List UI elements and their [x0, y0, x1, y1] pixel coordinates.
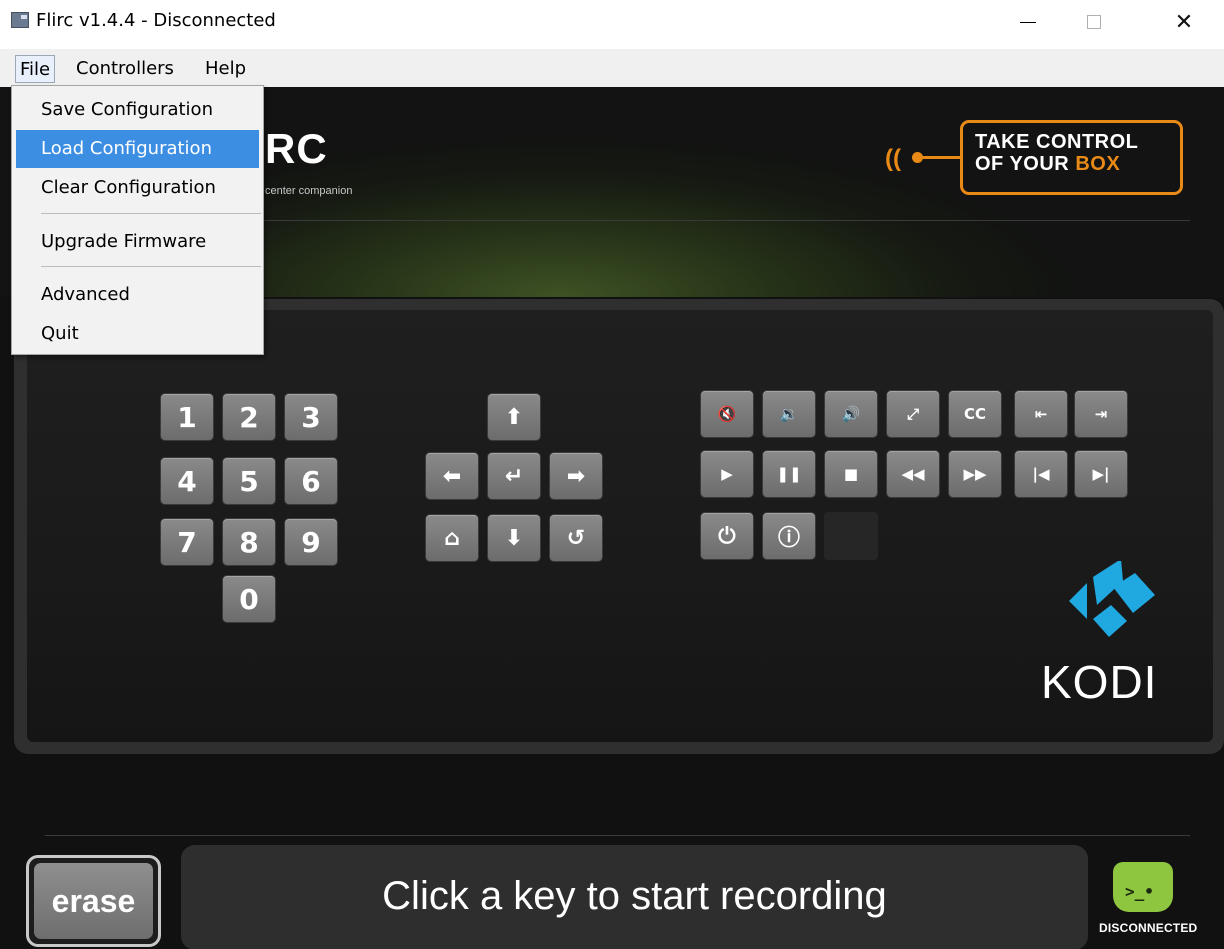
menu-controllers[interactable]: Controllers [72, 55, 178, 83]
menu-separator [41, 266, 261, 267]
key-rewind[interactable]: ◀◀ [886, 450, 940, 498]
key-fullscreen[interactable]: ⤢ [886, 390, 940, 438]
key-5[interactable]: 5 [222, 457, 276, 505]
erase-button[interactable]: erase [26, 855, 161, 947]
minimize-icon [1020, 21, 1036, 23]
enter-menu-icon: ⇥ [1094, 405, 1108, 423]
signal-icon: (( [885, 145, 901, 172]
key-1[interactable]: 1 [160, 393, 214, 441]
power-icon: ⏻ [718, 523, 736, 549]
menu-bar: File Controllers Help [0, 49, 1224, 87]
maximize-icon [1087, 15, 1101, 29]
key-home[interactable]: ⌂ [425, 514, 479, 562]
key-4[interactable]: 4 [160, 457, 214, 505]
key-subtitles[interactable]: CC [948, 390, 1002, 438]
previous-icon: |◀ [1032, 465, 1050, 483]
maximize-button[interactable] [1064, 0, 1124, 44]
stop-icon: ■ [843, 465, 859, 483]
key-down[interactable]: ⬇ [487, 514, 541, 562]
recording-prompt: Click a key to start recording [382, 874, 887, 918]
play-icon: ▶ [721, 465, 733, 483]
signal-line [920, 156, 962, 159]
key-exit[interactable]: ⇤ [1014, 390, 1068, 438]
key-left[interactable]: ⬅ [425, 452, 479, 500]
key-power[interactable]: ⏻ [700, 512, 754, 560]
arrow-down-icon: ⬇ [504, 525, 524, 551]
flirc-logo: RC [265, 125, 328, 172]
info-icon: ⓘ [777, 526, 800, 551]
key-3[interactable]: 3 [284, 393, 338, 441]
key-enter[interactable]: ↵ [487, 452, 541, 500]
title-bar: Flirc v1.4.4 - Disconnected ✕ [0, 0, 1224, 44]
badge-line-2-accent: BOX [1075, 153, 1121, 175]
key-9[interactable]: 9 [284, 518, 338, 566]
home-icon: ⌂ [444, 525, 460, 551]
key-mute[interactable]: 🔇 [700, 390, 754, 438]
key-6[interactable]: 6 [284, 457, 338, 505]
arrow-up-icon: ⬆ [504, 404, 524, 430]
menu-item-advanced[interactable]: Advanced [12, 276, 263, 314]
rewind-icon: ◀◀ [901, 465, 925, 483]
enter-icon: ↵ [504, 463, 524, 489]
key-stop[interactable]: ■ [824, 450, 878, 498]
badge-line-2-prefix: OF YOUR [975, 153, 1076, 175]
logo-tagline: center companion [265, 185, 353, 197]
next-icon: ▶| [1092, 465, 1110, 483]
key-back[interactable]: ↺ [549, 514, 603, 562]
menu-item-clear-configuration[interactable]: Clear Configuration [12, 169, 263, 207]
key-previous[interactable]: |◀ [1014, 450, 1068, 498]
volume-up-icon: 🔊 [841, 405, 861, 423]
mute-icon: 🔇 [717, 405, 737, 423]
arrow-left-icon: ⬅ [442, 463, 462, 489]
window-title: Flirc v1.4.4 - Disconnected [36, 10, 276, 31]
key-7[interactable]: 7 [160, 518, 214, 566]
arrow-right-icon: ➡ [566, 463, 586, 489]
menu-file[interactable]: File [15, 55, 56, 83]
close-button[interactable]: ✕ [1154, 0, 1214, 44]
back-icon: ↺ [566, 525, 586, 551]
key-0[interactable]: 0 [222, 575, 276, 623]
erase-button-label: erase [34, 863, 153, 939]
menu-item-save-configuration[interactable]: Save Configuration [12, 91, 263, 129]
device-face-icon: >_• [1125, 882, 1154, 901]
file-menu-dropdown: Save Configuration Load Configuration Cl… [11, 85, 264, 355]
app-icon [11, 12, 29, 28]
key-enter-menu[interactable]: ⇥ [1074, 390, 1128, 438]
key-up[interactable]: ⬆ [487, 393, 541, 441]
key-volume-up[interactable]: 🔊 [824, 390, 878, 438]
subtitles-icon: CC [963, 405, 987, 423]
footer-divider [45, 835, 1190, 836]
key-fast-forward[interactable]: ▶▶ [948, 450, 1002, 498]
exit-icon: ⇤ [1034, 405, 1048, 423]
key-2[interactable]: 2 [222, 393, 276, 441]
pause-icon: ❚❚ [776, 465, 802, 483]
kodi-logo-icon [1069, 561, 1155, 637]
menu-help[interactable]: Help [201, 55, 250, 83]
empty-key-slot [824, 512, 878, 560]
key-info[interactable]: ⓘ [762, 512, 816, 560]
kodi-label: KODI [1041, 656, 1158, 708]
menu-item-load-configuration[interactable]: Load Configuration [16, 130, 259, 168]
key-pause[interactable]: ❚❚ [762, 450, 816, 498]
key-volume-down[interactable]: 🔉 [762, 390, 816, 438]
menu-separator [41, 213, 261, 214]
fast-forward-icon: ▶▶ [963, 465, 987, 483]
fullscreen-icon: ⤢ [906, 405, 919, 423]
key-next[interactable]: ▶| [1074, 450, 1128, 498]
key-8[interactable]: 8 [222, 518, 276, 566]
key-play[interactable]: ▶ [700, 450, 754, 498]
badge-line-2: OF YOUR BOX [975, 153, 1120, 176]
device-status-label: DISCONNECTED [1099, 921, 1198, 935]
minimize-button[interactable] [998, 0, 1058, 44]
close-icon: ✕ [1174, 9, 1194, 35]
menu-item-quit[interactable]: Quit [12, 315, 263, 353]
menu-item-upgrade-firmware[interactable]: Upgrade Firmware [12, 223, 263, 261]
key-right[interactable]: ➡ [549, 452, 603, 500]
volume-down-icon: 🔉 [779, 405, 799, 423]
badge-line-1: TAKE CONTROL [975, 131, 1139, 153]
